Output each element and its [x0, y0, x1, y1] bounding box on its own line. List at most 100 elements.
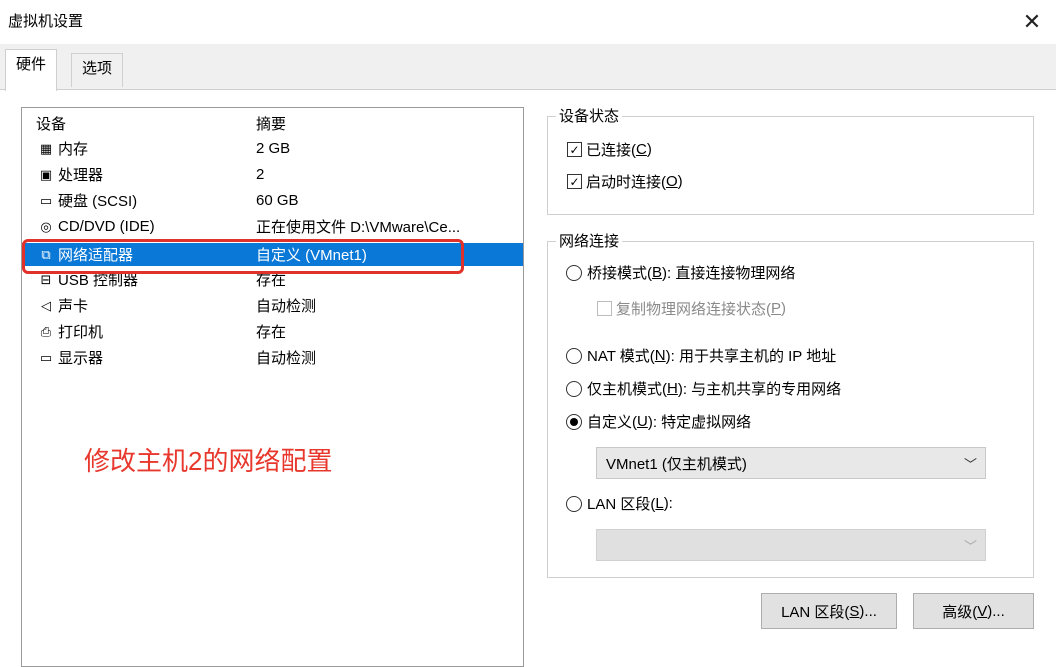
- radio-selected-icon: [566, 413, 582, 430]
- column-header-device[interactable]: 设备: [36, 113, 66, 134]
- network-connection-group: 网络连接 桥接模式(B): 直接连接物理网络 复制物理网络连接状态(P) NAT…: [547, 230, 1034, 578]
- device-summary: 2: [256, 166, 265, 183]
- connected-checkbox[interactable]: ✓ 已连接(C): [567, 139, 652, 160]
- lan-segments-button[interactable]: LAN 区段(S)...: [761, 593, 897, 629]
- device-row-hard-disk[interactable]: ▭ 硬盘 (SCSI) 60 GB: [22, 189, 523, 212]
- bridged-radio[interactable]: 桥接模式(B): 直接连接物理网络: [566, 262, 795, 283]
- host-only-key: H: [667, 380, 678, 397]
- replicate-state-checkbox[interactable]: 复制物理网络连接状态(P): [597, 298, 786, 319]
- connect-at-power-on-label: 启动时连接(: [586, 174, 666, 191]
- device-row-cd-dvd[interactable]: ◎ CD/DVD (IDE) 正在使用文件 D:\VMware\Ce...: [22, 215, 523, 238]
- checkbox-icon: [597, 301, 612, 316]
- advanced-button[interactable]: 高级(V)...: [913, 593, 1034, 629]
- bridged-key: B: [652, 264, 663, 281]
- device-name: 处理器: [58, 167, 104, 184]
- replicate-suffix: ): [781, 300, 787, 317]
- chevron-down-icon: ﹀: [963, 539, 977, 554]
- advanced-label: 高级(: [942, 603, 978, 621]
- check-icon: ✓: [567, 142, 582, 157]
- annotation-text: 修改主机2的网络配置: [84, 446, 333, 476]
- bridged-suffix: ): 直接连接物理网络: [662, 265, 796, 282]
- tab-content: 设备 摘要 ▦ 内存 2 GB ▣ 处理器 2 ▭ 硬盘 (SCSI) 60 GB ◎…: [0, 89, 1056, 667]
- device-row-network-adapter[interactable]: ⧉ 网络适配器 自定义 (VMnet1): [22, 243, 523, 266]
- custom-network-select[interactable]: VMnet1 (仅主机模式) ﹀: [596, 447, 986, 479]
- device-summary: 正在使用文件 D:\VMware\Ce...: [256, 219, 461, 236]
- device-summary: 2 GB: [256, 140, 291, 157]
- radio-icon: [566, 264, 582, 281]
- connect-at-power-on-suffix: ): [677, 173, 683, 190]
- device-summary: 存在: [256, 324, 287, 341]
- lan-segment-radio[interactable]: LAN 区段(L):: [566, 493, 673, 514]
- device-summary: 自动检测: [256, 298, 317, 315]
- printer-icon: ⎙: [40, 323, 52, 339]
- device-row-memory[interactable]: ▦ 内存 2 GB: [22, 137, 523, 160]
- connected-key: C: [636, 141, 647, 158]
- lan-segments-label: LAN 区段(: [781, 603, 850, 621]
- display-icon: ▭: [39, 349, 53, 365]
- radio-icon: [566, 347, 582, 364]
- device-row-processor[interactable]: ▣ 处理器 2: [22, 163, 523, 186]
- connect-at-power-on-checkbox[interactable]: ✓ 启动时连接(O): [567, 171, 683, 192]
- replicate-key: P: [771, 300, 782, 317]
- sound-card-icon: ◁: [41, 297, 51, 313]
- lan-segment-label: LAN 区段(: [587, 496, 656, 513]
- advanced-suffix: )...: [987, 602, 1005, 620]
- tab-strip: 硬件 选项: [0, 44, 1056, 91]
- lan-segment-select[interactable]: ﹀: [596, 529, 986, 561]
- lan-segment-key: L: [655, 495, 664, 512]
- connected-label: 已连接(: [586, 142, 636, 159]
- custom-radio[interactable]: 自定义(U): 特定虚拟网络: [566, 411, 751, 432]
- radio-icon: [566, 380, 582, 397]
- device-name: 显示器: [58, 350, 104, 367]
- lan-segments-key: S: [849, 602, 860, 620]
- custom-network-value: VMnet1 (仅主机模式): [606, 455, 747, 473]
- device-row-sound-card[interactable]: ◁ 声卡 自动检测: [22, 294, 523, 317]
- device-row-usb-controller[interactable]: ⊟ USB 控制器 存在: [22, 268, 523, 291]
- device-summary: 存在: [256, 272, 287, 289]
- nat-key: N: [654, 347, 666, 364]
- bridged-label: 桥接模式(: [587, 265, 652, 282]
- device-list-header: 设备 摘要: [22, 112, 523, 135]
- column-header-summary[interactable]: 摘要: [256, 113, 521, 134]
- device-name: CD/DVD (IDE): [58, 218, 155, 235]
- tab-hardware[interactable]: 硬件: [5, 49, 58, 91]
- connected-suffix: ): [646, 141, 652, 158]
- device-summary: 自定义 (VMnet1): [256, 247, 367, 264]
- nat-radio[interactable]: NAT 模式(N): 用于共享主机的 IP 地址: [566, 345, 836, 366]
- device-status-title: 设备状态: [556, 105, 623, 126]
- lan-segments-suffix: )...: [859, 602, 877, 620]
- network-connection-title: 网络连接: [556, 230, 623, 251]
- window-title: 虚拟机设置: [8, 13, 84, 30]
- close-icon[interactable]: ✕: [1018, 8, 1046, 36]
- device-name: 声卡: [58, 298, 89, 315]
- device-summary: 自动检测: [256, 350, 317, 367]
- host-only-radio[interactable]: 仅主机模式(H): 与主机共享的专用网络: [566, 378, 841, 399]
- device-row-printer[interactable]: ⎙ 打印机 存在: [22, 320, 523, 343]
- device-name: 打印机: [58, 324, 104, 341]
- device-status-group: 设备状态 ✓ 已连接(C) ✓ 启动时连接(O): [547, 105, 1034, 215]
- radio-icon: [566, 495, 582, 512]
- network-adapter-icon: ⧉: [41, 246, 51, 262]
- title-bar: 虚拟机设置 ✕: [0, 0, 1056, 44]
- hard-disk-icon: ▭: [39, 192, 53, 208]
- device-name: 内存: [58, 141, 89, 158]
- processor-icon: ▣: [39, 166, 53, 182]
- device-summary: 60 GB: [256, 192, 299, 209]
- lan-segment-suffix: ):: [663, 495, 673, 512]
- host-only-suffix: ): 与主机共享的专用网络: [677, 381, 842, 398]
- host-only-label: 仅主机模式(: [587, 381, 667, 398]
- custom-suffix: ): 特定虚拟网络: [647, 414, 752, 431]
- check-icon: ✓: [567, 174, 582, 189]
- memory-icon: ▦: [39, 140, 53, 156]
- nat-suffix: ): 用于共享主机的 IP 地址: [665, 348, 837, 365]
- device-row-display[interactable]: ▭ 显示器 自动检测: [22, 346, 523, 369]
- device-name: USB 控制器: [58, 272, 139, 289]
- replicate-label: 复制物理网络连接状态(: [616, 301, 771, 318]
- advanced-key: V: [977, 602, 988, 620]
- cd-dvd-icon: ◎: [40, 218, 52, 234]
- tab-options[interactable]: 选项: [71, 53, 124, 87]
- device-name: 硬盘 (SCSI): [58, 193, 138, 210]
- connect-at-power-on-key: O: [666, 173, 678, 190]
- custom-key: U: [637, 413, 648, 430]
- chevron-down-icon: ﹀: [963, 457, 977, 472]
